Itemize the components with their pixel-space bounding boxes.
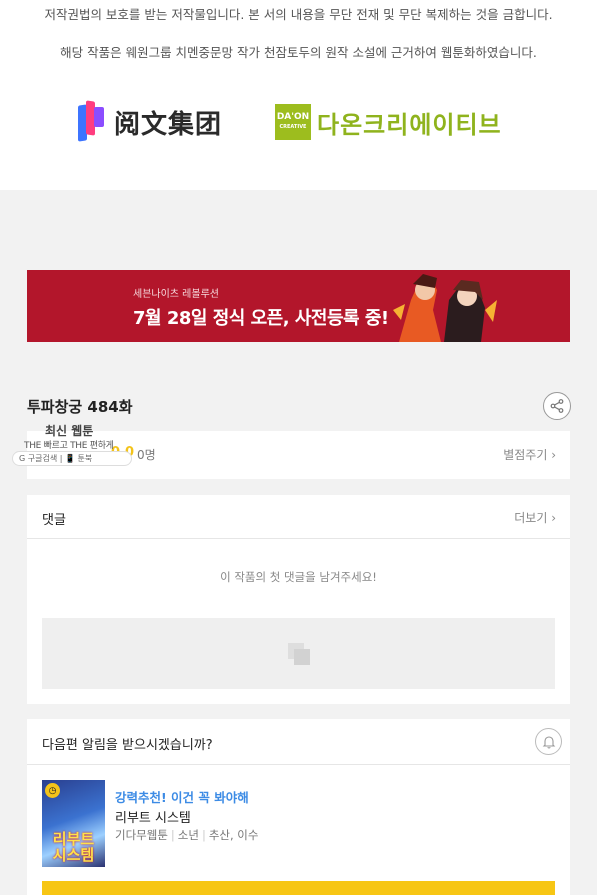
notify-section: 다음편 알림을 받으시겠습니까? ◷ 리부트 시스템 강력추천! 이건 꼭 봐야해… bbox=[27, 719, 570, 895]
recommend-meta-type: 기다무웹툰 bbox=[115, 828, 168, 842]
yuewen-logo-text: 阅文集团 bbox=[114, 109, 223, 140]
subscribe-button[interactable] bbox=[42, 881, 555, 895]
recommend-thumbnail[interactable]: ◷ 리부트 시스템 bbox=[42, 780, 105, 867]
comment-more-link[interactable]: 더보기 › bbox=[514, 509, 556, 526]
overlay-subtitle: THE 빠르고 THE 편하게 bbox=[24, 441, 114, 451]
overlay-search-bar[interactable]: G 구글검색 | 📱 툰북 bbox=[12, 451, 132, 466]
comment-header: 댓글 더보기 › bbox=[27, 495, 570, 539]
wait-free-clock-icon: ◷ bbox=[45, 783, 60, 798]
bell-icon bbox=[542, 735, 555, 749]
overlay-title: 최신 웹툰 bbox=[45, 424, 94, 438]
latest-webtoon-overlay[interactable]: 최신 웹툰 THE 빠르고 THE 편하게 G 구글검색 | 📱 툰북 bbox=[12, 420, 134, 468]
notice-line-copyright: 저작권법의 보호를 받는 저작물입니다. 본 서의 내용을 무단 전재 및 무단… bbox=[44, 7, 553, 22]
rating-count: 0명 bbox=[137, 448, 156, 462]
recommend-meta: 기다무웹툰 | 소년 | 추산, 이수 bbox=[115, 828, 259, 842]
episode-title: 투파창궁 484화 bbox=[27, 398, 133, 416]
share-icon bbox=[550, 399, 564, 413]
rate-button[interactable]: 별점주기 › bbox=[503, 446, 556, 463]
banner-character-art bbox=[393, 274, 497, 342]
comment-title: 댓글 bbox=[42, 513, 66, 528]
recommend-title[interactable]: 리부트 시스템 bbox=[115, 807, 191, 826]
notify-header: 다음편 알림을 받으시겠습니까? bbox=[27, 719, 570, 765]
notify-bell-button[interactable] bbox=[535, 728, 562, 755]
image-placeholder-icon bbox=[287, 642, 310, 665]
recommend-meta-authors: 추산, 이수 bbox=[208, 828, 259, 842]
comment-section: 댓글 더보기 › 이 작품의 첫 댓글을 남겨주세요! bbox=[27, 495, 570, 704]
comment-empty-message: 이 작품의 첫 댓글을 남겨주세요! bbox=[220, 570, 377, 584]
daon-mark-icon: DA'ON CREATIVE bbox=[275, 104, 311, 140]
recommend-tag[interactable]: 강력추천! 이건 꼭 봐야해 bbox=[115, 787, 249, 806]
banner-subtitle: 세븐나이츠 레볼루션 bbox=[133, 289, 219, 300]
yuewen-logo: 阅文集团 bbox=[76, 100, 222, 144]
daon-logo: DA'ON CREATIVE 다온크리에이티브 bbox=[275, 103, 502, 141]
share-button[interactable] bbox=[543, 392, 571, 420]
notice-line-origin: 해당 작품은 웨원그룹 치멘중문망 작가 천잠토두의 원작 소설에 근거하여 웹… bbox=[60, 45, 537, 60]
recommend-thumbnail-title: 리부트 시스템 bbox=[52, 830, 95, 864]
recommend-meta-genre: 소년 bbox=[177, 828, 199, 842]
daon-logo-text: 다온크리에이티브 bbox=[317, 110, 502, 139]
notify-title: 다음편 알림을 받으시겠습니까? bbox=[42, 738, 213, 753]
banner-headline: 7월 28일 정식 오픈, 사전등록 중! bbox=[133, 308, 389, 329]
comment-input-box[interactable] bbox=[42, 618, 555, 689]
ad-banner[interactable]: 세븐나이츠 레볼루션 7월 28일 정식 오픈, 사전등록 중! bbox=[27, 270, 570, 342]
copyright-notice: 저작권법의 보호를 받는 저작물입니다. 본 서의 내용을 무단 전재 및 무단… bbox=[0, 0, 597, 190]
yuewen-mark-icon bbox=[76, 100, 108, 143]
